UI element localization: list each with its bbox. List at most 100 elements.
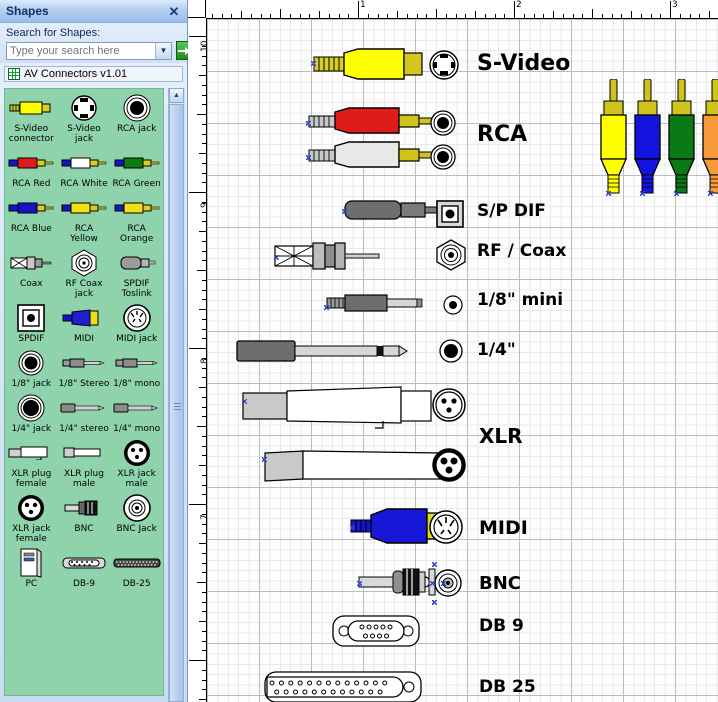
stencil-item-spdif-toslink[interactable]: SPDIF Toslink — [110, 244, 163, 299]
stencil-item-art — [62, 548, 106, 578]
stencil-item-label: RCA jack — [117, 124, 157, 134]
quarter-plug[interactable] — [235, 339, 415, 366]
stencil-item-1-8-stereo[interactable]: 1/8" Stereo — [58, 344, 111, 389]
green-rca-plug[interactable] — [667, 78, 695, 197]
bnc-jack[interactable] — [433, 568, 463, 601]
search-combo[interactable]: ▼ — [6, 41, 172, 60]
stencil-item-label: RCA Yellow — [70, 224, 98, 244]
stencil-item-1-8-mono[interactable]: 1/8" mono — [110, 344, 163, 389]
db25-connector[interactable] — [263, 669, 423, 702]
svideo-jack[interactable] — [429, 49, 459, 84]
stencil-item-rca-yellow[interactable]: RCA Yellow — [58, 189, 111, 244]
spdif-toslink-plug[interactable] — [343, 197, 449, 226]
chevron-down-icon[interactable]: ▼ — [155, 42, 171, 59]
mini-jack-icon — [18, 350, 44, 376]
stencil-item-label: PC — [25, 579, 38, 589]
xlr-jack-female-icon — [18, 495, 45, 521]
xlr-jack-shape — [432, 388, 466, 422]
stencil-item-1-8-jack[interactable]: 1/8" jack — [5, 344, 58, 389]
stencil-item-xlr-jack-female[interactable]: XLR jack female — [5, 489, 58, 544]
stencil-item-1-4-stereo[interactable]: 1/4" stereo — [58, 389, 111, 434]
stencil-item-label: XLR jack female — [12, 524, 51, 544]
stencil-item-art — [17, 393, 45, 423]
yellow-rca-plug[interactable] — [599, 78, 627, 197]
rca-jack-top[interactable] — [429, 109, 457, 140]
horizontal-ruler[interactable]: 1 2 3 — [206, 0, 718, 19]
connector-label: MIDI — [479, 517, 528, 539]
rca-plug-white[interactable] — [307, 141, 435, 172]
stencil-item-label: RCA Orange — [120, 224, 154, 244]
stencil-item-art — [122, 303, 151, 333]
db9-connector[interactable] — [331, 613, 421, 652]
rca-jack-bottom[interactable] — [429, 143, 457, 174]
mini-plug[interactable] — [325, 293, 427, 316]
stencil-scrollbar[interactable]: ▲ — [168, 88, 185, 702]
db25-shape — [264, 671, 422, 702]
stencil-item-label: 1/4" jack — [11, 424, 52, 434]
stencil-item-rca-red[interactable]: RCA Red — [5, 144, 58, 189]
stencil-item-xlr-plug-male[interactable]: XLR plug male — [58, 434, 111, 489]
connector-label: DB 9 — [479, 616, 524, 636]
rca-plug-shape — [308, 141, 434, 168]
stencil-item-rca-white[interactable]: RCA White — [58, 144, 111, 189]
xlr-plug-female[interactable] — [241, 385, 441, 432]
orange-rca-plug[interactable] — [701, 78, 718, 197]
blue-rca-plug[interactable] — [633, 78, 661, 197]
stencil-header-av-connectors[interactable]: AV Connectors v1.01 — [4, 66, 183, 82]
search-input[interactable] — [7, 42, 155, 59]
rca-plug-icon — [8, 202, 54, 214]
xlr-plug-male[interactable] — [263, 449, 443, 486]
drawing-canvas[interactable]: 1 2 3 10 9 8 7 S-Video RCA S/P DIF RF / Coax 1/8"… — [188, 0, 718, 702]
stencil-item-xlr-plug-female[interactable]: XLR plug female — [5, 434, 58, 489]
stencil-item-bnc[interactable]: BNC — [58, 489, 111, 544]
svideo-plug-shape — [313, 48, 423, 80]
stencil-item-art — [62, 303, 106, 333]
rf-coax-jack[interactable] — [435, 239, 467, 274]
quarter-jack[interactable] — [437, 337, 465, 368]
stencil-item-s-video-jack[interactable]: S-Video jack — [58, 89, 111, 144]
chevron-up-icon[interactable]: ▲ — [169, 88, 184, 103]
stencil-item-xlr-jack-male[interactable]: XLR jack male — [110, 434, 163, 489]
spdif-jack[interactable] — [435, 199, 465, 232]
stencil-item-spdif[interactable]: SPDIF — [5, 299, 58, 344]
drawing-page[interactable]: S-Video RCA S/P DIF RF / Coax 1/8" mini 1/4" X… — [207, 19, 718, 702]
rf-coax-plug[interactable] — [273, 241, 383, 274]
stencil-item-coax[interactable]: Coax — [5, 244, 58, 299]
close-icon[interactable]: ✕ — [167, 4, 181, 18]
stencil-item-rca-jack[interactable]: RCA jack — [110, 89, 163, 144]
midi-jack[interactable] — [429, 509, 463, 548]
svideo-plug[interactable] — [312, 47, 434, 84]
vertical-ruler[interactable]: 10 9 8 7 — [188, 18, 207, 702]
stencil-item-art — [113, 548, 161, 578]
mini-jack[interactable] — [441, 293, 465, 320]
stencil-item-label: BNC Jack — [116, 524, 157, 534]
stencil-item-rca-blue[interactable]: RCA Blue — [5, 189, 58, 244]
stencil-item-label: XLR jack male — [117, 469, 156, 489]
stencil-item-db-9[interactable]: DB-9 — [58, 544, 111, 589]
stencil-item-rca-orange[interactable]: RCA Orange — [110, 189, 163, 244]
shapes-panel: Shapes ✕ Search for Shapes: ▼ AV Connect… — [0, 0, 192, 702]
rca-plug-icon — [114, 157, 159, 169]
stencil-item-1-4-jack[interactable]: 1/4" jack — [5, 389, 58, 434]
connector-label: XLR — [479, 424, 523, 448]
scrollbar-thumb[interactable] — [169, 104, 184, 702]
stencil-item-midi[interactable]: MIDI — [58, 299, 111, 344]
visio-window: Shapes ✕ Search for Shapes: ▼ AV Connect… — [0, 0, 718, 702]
stencil-item-s-video-connector[interactable]: S-Video connector — [5, 89, 58, 144]
rca-plug-red[interactable] — [307, 107, 435, 138]
xlr-jack-female[interactable] — [431, 447, 467, 486]
xlr-jack-male[interactable] — [431, 387, 467, 426]
stencil-item-rf-coax-jack[interactable]: RF Coax jack — [58, 244, 111, 299]
stencil-item-label: 1/8" Stereo — [58, 379, 110, 389]
xlr-plug-male-icon — [63, 447, 101, 458]
stencil-item-midi-jack[interactable]: MIDI jack — [110, 299, 163, 344]
stencil-item-pc[interactable]: PC — [5, 544, 58, 589]
stencil-item-art — [64, 493, 104, 523]
quarter-plug-shape — [236, 340, 408, 362]
stencil-item-rca-green[interactable]: RCA Green — [110, 144, 163, 189]
stencil-item-art — [70, 93, 98, 123]
stencil-item-1-4-mono[interactable]: 1/4" mono — [110, 389, 163, 434]
stencil-item-db-25[interactable]: DB-25 — [110, 544, 163, 589]
stencil-item-bnc-jack[interactable]: BNC Jack — [110, 489, 163, 544]
stencil-gallery[interactable]: S-Video connector S-Video jack RCA jack RCA… — [4, 88, 164, 696]
